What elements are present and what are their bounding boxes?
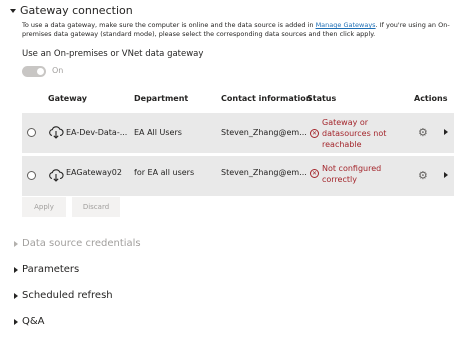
cloud-gateway-icon [49, 169, 64, 182]
chevron-right-icon [14, 292, 18, 299]
gateway-row[interactable]: EAGateway02 for EA all users Steven_Zhan… [22, 156, 454, 196]
chevron-right-icon [14, 266, 18, 273]
gateway-department: for EA all users [134, 168, 195, 177]
gateway-toggle[interactable] [22, 66, 46, 77]
gateway-row[interactable]: EA-Dev-Data-... EA All Users Steven_Zhan… [22, 113, 454, 153]
error-icon: ✕ [310, 129, 319, 138]
chevron-right-icon [14, 240, 18, 247]
cloud-gateway-icon [49, 126, 64, 139]
description-text-1: To use a data gateway, make sure the com… [22, 21, 316, 29]
column-header-department: Department [134, 94, 189, 103]
column-header-contact: Contact information [221, 94, 312, 103]
section-label: Scheduled refresh [22, 290, 113, 301]
discard-button[interactable]: Discard [72, 197, 120, 217]
expand-row-icon[interactable] [444, 129, 448, 135]
section-data-source-credentials[interactable]: Data source credentials [14, 238, 141, 249]
section-label: Data source credentials [22, 238, 141, 249]
gateway-description: To use a data gateway, make sure the com… [22, 21, 462, 39]
chevron-down-icon [10, 8, 16, 13]
section-parameters[interactable]: Parameters [14, 264, 79, 275]
gear-icon[interactable]: ⚙ [418, 126, 428, 139]
column-header-actions: Actions [414, 94, 448, 103]
toggle-knob [37, 68, 44, 75]
gateway-radio[interactable] [27, 171, 36, 180]
gear-icon[interactable]: ⚙ [418, 169, 428, 182]
apply-button[interactable]: Apply [22, 197, 66, 217]
manage-gateways-link[interactable]: Manage Gateways [316, 21, 376, 29]
section-scheduled-refresh[interactable]: Scheduled refresh [14, 290, 113, 301]
gateway-connection-header[interactable]: Gateway connection [10, 4, 133, 17]
gateway-contact: Steven_Zhang@em... [221, 128, 307, 137]
gateway-department: EA All Users [134, 128, 182, 137]
expand-row-icon[interactable] [444, 172, 448, 178]
error-icon: ✕ [310, 169, 319, 178]
gateway-status: Gateway or datasources not reachable [322, 118, 387, 149]
section-label: Q&A [22, 316, 45, 327]
toggle-state-text: On [52, 66, 64, 75]
section-title: Gateway connection [20, 4, 133, 17]
column-header-status: Status [307, 94, 337, 103]
gateway-toggle-label: Use an On-premises or VNet data gateway [22, 49, 204, 59]
gateway-contact: Steven_Zhang@em... [221, 168, 307, 177]
section-qna[interactable]: Q&A [14, 316, 45, 327]
gateway-name: EA-Dev-Data-... [66, 128, 128, 137]
gateway-status: Not configured correctly [322, 164, 382, 184]
chevron-right-icon [14, 318, 18, 325]
section-label: Parameters [22, 264, 80, 275]
gateway-radio[interactable] [27, 128, 36, 137]
column-header-gateway: Gateway [48, 94, 87, 103]
gateway-name: EAGateway02 [66, 168, 122, 177]
